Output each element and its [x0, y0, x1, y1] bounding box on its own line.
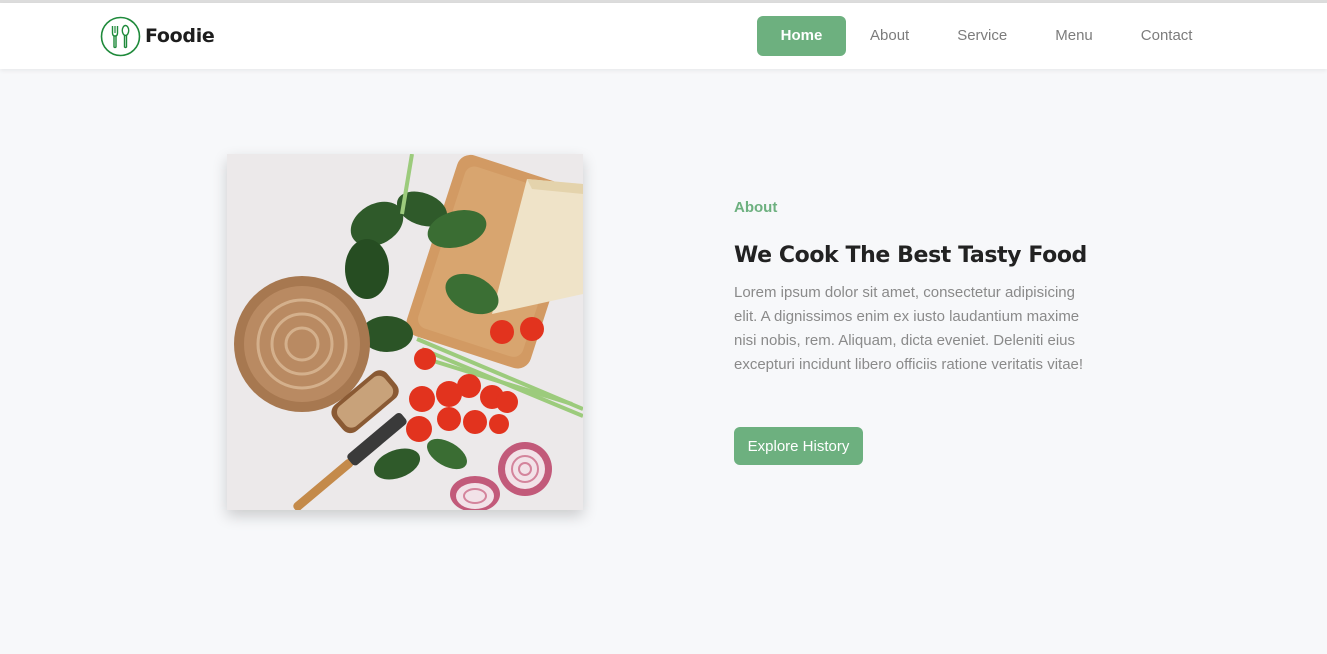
- nav-home[interactable]: Home: [757, 16, 846, 56]
- explore-history-button[interactable]: Explore History: [734, 427, 863, 465]
- section-description: Lorem ipsum dolor sit amet, consectetur …: [734, 284, 1084, 373]
- nav-contact[interactable]: Contact: [1117, 16, 1217, 56]
- food-photo: [227, 154, 583, 510]
- brand-name: Foodie: [145, 25, 215, 47]
- nav-service[interactable]: Service: [933, 16, 1031, 56]
- food-illustration: [227, 154, 583, 510]
- main-nav: Home About Service Menu Contact: [757, 16, 1216, 56]
- nav-menu[interactable]: Menu: [1031, 16, 1117, 56]
- brand[interactable]: Foodie: [100, 15, 215, 57]
- section-label: About: [734, 199, 778, 216]
- section-title: We Cook The Best Tasty Food: [734, 243, 1087, 268]
- nav-about[interactable]: About: [846, 16, 933, 56]
- bread-loaf: [234, 276, 370, 412]
- navbar: Foodie Home About Service Menu Contact: [0, 3, 1327, 69]
- utensils-circle-icon: [100, 16, 141, 56]
